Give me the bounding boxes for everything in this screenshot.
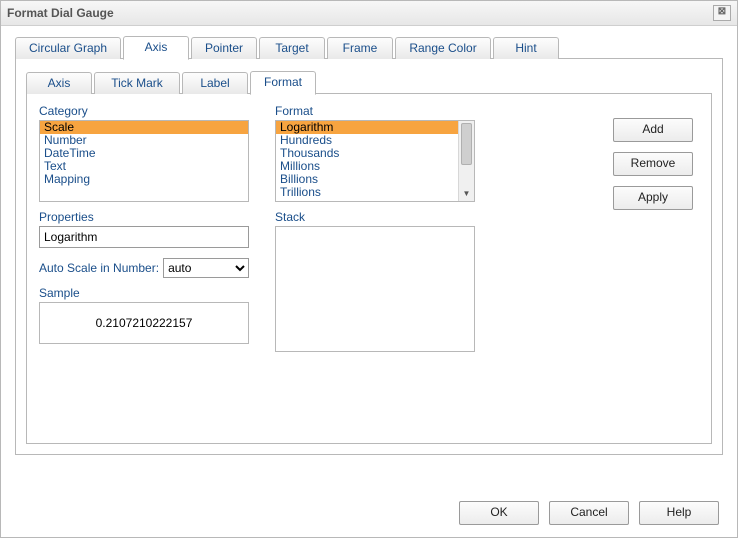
category-listbox[interactable]: Scale Number DateTime Text Mapping [39, 120, 249, 202]
stack-label: Stack [275, 210, 475, 224]
scroll-thumb[interactable] [461, 123, 472, 165]
scrollbar[interactable]: ▼ [458, 121, 474, 201]
subtab-tick-mark[interactable]: Tick Mark [94, 72, 180, 94]
ok-button[interactable]: OK [459, 501, 539, 525]
properties-input[interactable] [39, 226, 249, 248]
category-column: Category Scale Number DateTime Text Mapp… [39, 104, 249, 352]
list-item[interactable]: Mapping [40, 173, 248, 186]
close-icon[interactable]: ⊠ [713, 5, 731, 21]
format-label: Format [275, 104, 475, 118]
sub-tabstrip: Axis Tick Mark Label Format [26, 71, 712, 94]
sub-panel: Category Scale Number DateTime Text Mapp… [26, 94, 712, 444]
apply-button[interactable]: Apply [613, 186, 693, 210]
list-item[interactable]: Trillions [276, 186, 458, 199]
format-column: Format Logarithm Hundreds Thousands Mill… [275, 104, 475, 352]
dialog-window: Format Dial Gauge ⊠ Circular Graph Axis … [0, 0, 738, 538]
subtab-axis[interactable]: Axis [26, 72, 92, 94]
list-item[interactable]: DateTime [40, 147, 248, 160]
help-button[interactable]: Help [639, 501, 719, 525]
auto-scale-label: Auto Scale in Number: [39, 261, 159, 275]
subtab-label[interactable]: Label [182, 72, 248, 94]
sample-label: Sample [39, 286, 249, 300]
dialog-content: Circular Graph Axis Pointer Target Frame… [1, 26, 737, 489]
main-panel: Axis Tick Mark Label Format Category Sca… [15, 59, 723, 455]
window-title: Format Dial Gauge [7, 6, 713, 20]
add-button[interactable]: Add [613, 118, 693, 142]
remove-button[interactable]: Remove [613, 152, 693, 176]
tab-pointer[interactable]: Pointer [191, 37, 257, 59]
format-listbox[interactable]: Logarithm Hundreds Thousands Millions Bi… [275, 120, 475, 202]
properties-label: Properties [39, 210, 249, 224]
chevron-down-icon[interactable]: ▼ [459, 187, 474, 201]
tab-axis[interactable]: Axis [123, 36, 189, 60]
cancel-button[interactable]: Cancel [549, 501, 629, 525]
tab-frame[interactable]: Frame [327, 37, 393, 59]
tab-range-color[interactable]: Range Color [395, 37, 491, 59]
category-label: Category [39, 104, 249, 118]
tab-target[interactable]: Target [259, 37, 325, 59]
tab-hint[interactable]: Hint [493, 37, 559, 59]
sample-display: 0.2107210222157 [39, 302, 249, 344]
titlebar: Format Dial Gauge ⊠ [1, 1, 737, 26]
action-column: Add Remove Apply [501, 104, 699, 352]
dialog-footer: OK Cancel Help [1, 489, 737, 537]
main-tabstrip: Circular Graph Axis Pointer Target Frame… [15, 36, 723, 59]
tab-circular-graph[interactable]: Circular Graph [15, 37, 121, 59]
auto-scale-select[interactable]: auto [163, 258, 249, 278]
stack-listbox[interactable] [275, 226, 475, 352]
sample-value: 0.2107210222157 [96, 316, 193, 330]
auto-scale-row: Auto Scale in Number: auto [39, 258, 249, 278]
subtab-format[interactable]: Format [250, 71, 316, 95]
